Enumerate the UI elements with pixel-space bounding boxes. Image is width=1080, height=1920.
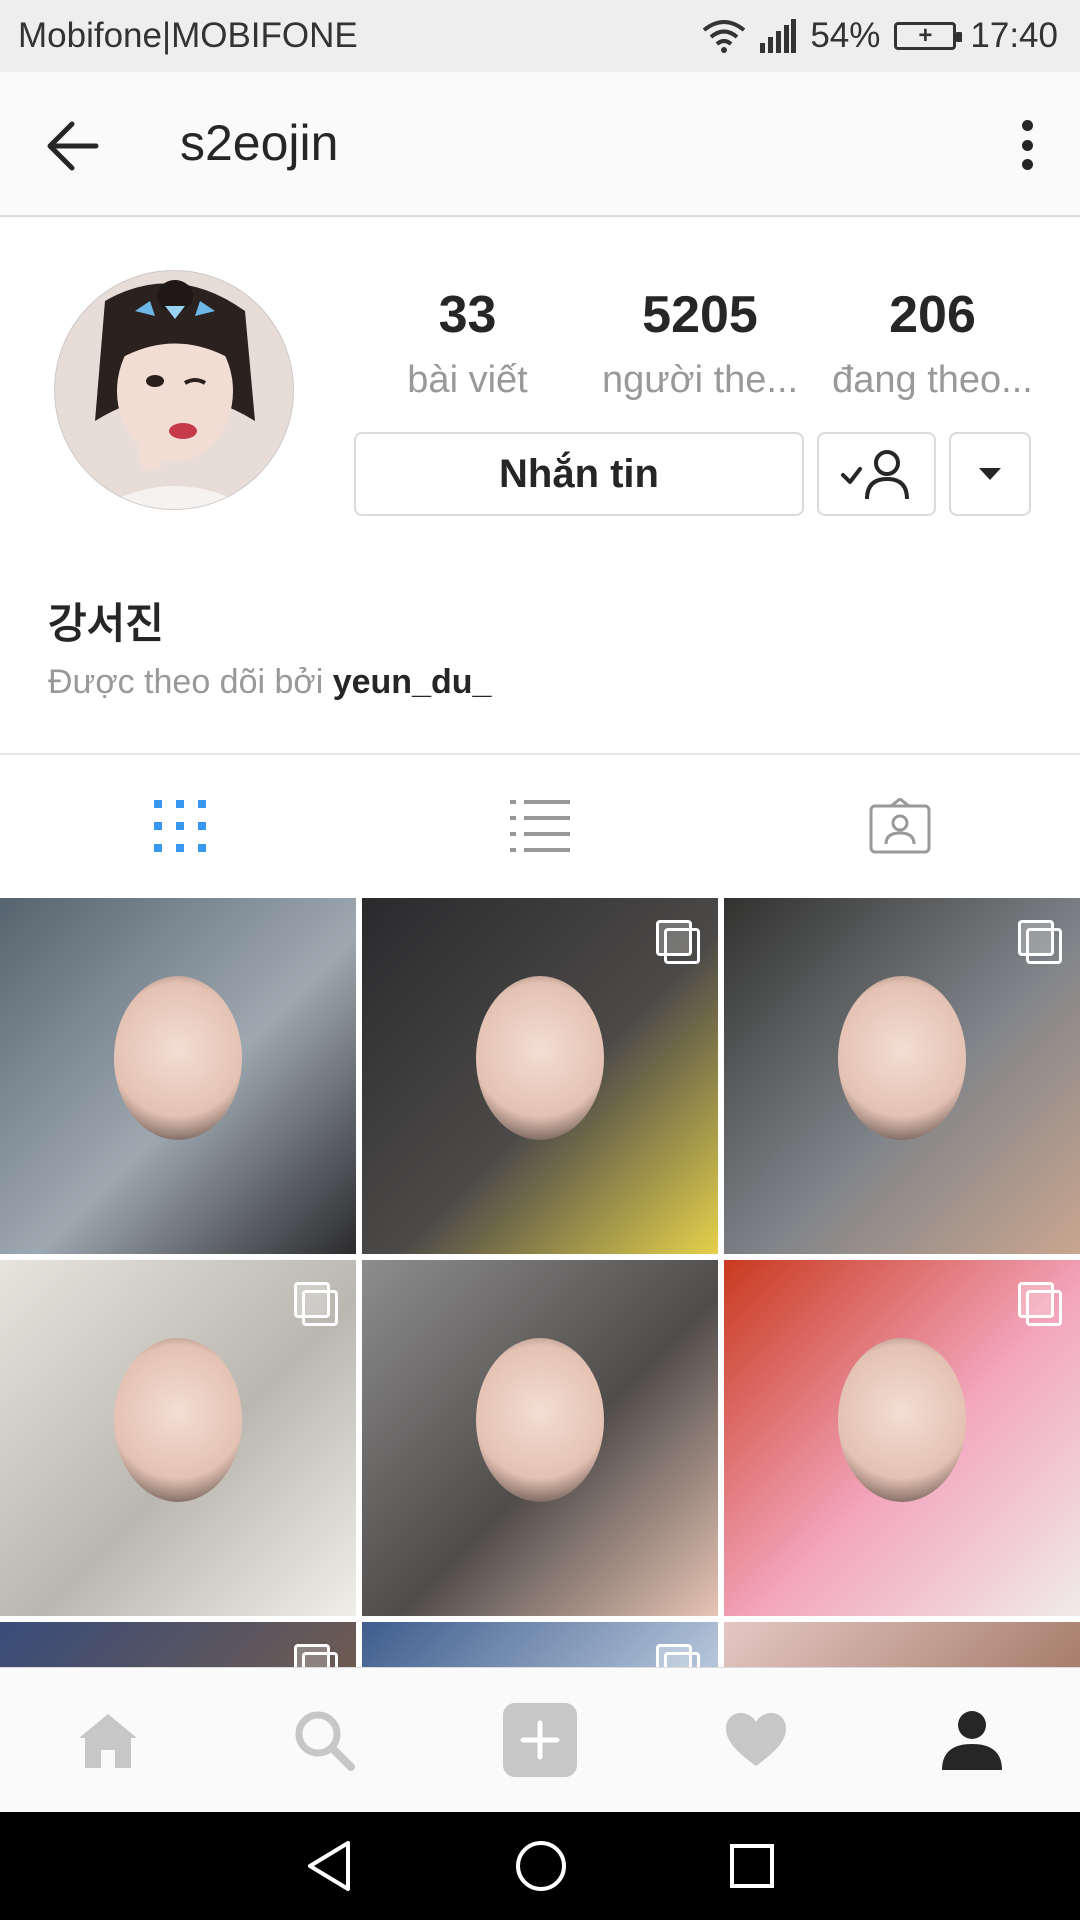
multiple-photos-icon (294, 1282, 338, 1326)
stat-following[interactable]: 206 đang theo... (820, 285, 1045, 402)
grid-icon (154, 800, 206, 852)
profile-icon (942, 1711, 1002, 1770)
photo-tile[interactable] (0, 1260, 356, 1616)
carrier-name: Mobifone|MOBIFONE (18, 16, 358, 55)
multiple-photos-icon (1018, 1282, 1062, 1326)
status-icons: 54% + 17:40 (702, 16, 1058, 56)
caret-down-icon (979, 468, 1001, 480)
add-post-icon (503, 1703, 577, 1777)
nav-search[interactable] (216, 1668, 432, 1812)
followers-label: người the... (601, 359, 799, 401)
tab-list[interactable] (360, 756, 720, 896)
followed-by-prefix: Được theo dõi bởi (48, 663, 324, 701)
nav-profile[interactable] (864, 1668, 1080, 1812)
suggestions-dropdown-button[interactable] (949, 432, 1031, 516)
stat-posts[interactable]: 33 bài viết (355, 285, 580, 402)
photo-subject (475, 976, 605, 1141)
photo-subject (113, 976, 243, 1141)
nav-home[interactable] (0, 1668, 216, 1812)
recents-square-icon[interactable] (728, 1842, 776, 1890)
tab-tagged[interactable] (720, 756, 1080, 896)
photo-grid (0, 898, 1080, 1668)
posts-label: bài viết (407, 359, 528, 401)
search-icon (295, 1711, 355, 1771)
view-tabs (0, 756, 1080, 896)
nav-activity[interactable] (648, 1668, 864, 1812)
posts-count: 33 (438, 286, 497, 344)
photo-tile[interactable] (362, 1260, 718, 1616)
battery-percent: 54% (810, 16, 881, 55)
profile-header: s2eojin (0, 72, 1080, 217)
photo-tile[interactable] (724, 898, 1080, 1254)
battery-icon: + (894, 22, 963, 50)
multiple-photos-icon (294, 1644, 338, 1668)
stat-followers[interactable]: 5205 người the... (588, 285, 813, 402)
multiple-photos-icon (656, 920, 700, 964)
header-username: s2eojin (180, 115, 339, 171)
photo-tile[interactable] (724, 1260, 1080, 1616)
tagged-person-icon (869, 798, 931, 854)
more-options-icon[interactable] (1002, 112, 1052, 178)
following-label: đang theo... (832, 359, 1033, 401)
list-icon (510, 800, 570, 852)
avatar[interactable] (54, 270, 294, 510)
clock: 17:40 (970, 16, 1058, 55)
photo-subject (475, 1338, 605, 1503)
photo-subject (837, 1338, 967, 1503)
photo-tile[interactable] (0, 898, 356, 1254)
photo-subject (837, 976, 967, 1141)
photo-tile[interactable] (724, 1622, 1080, 1668)
divider (0, 753, 1080, 755)
signal-icon (760, 19, 797, 53)
status-bar: Mobifone|MOBIFONE 54% + 17:40 (0, 0, 1080, 72)
back-triangle-icon[interactable] (304, 1839, 354, 1893)
tab-grid[interactable] (0, 756, 360, 896)
photo-tile[interactable] (362, 1622, 718, 1668)
profile-stats: 33 bài viết 5205 người the... 206 đang t… (355, 285, 1045, 402)
multiple-photos-icon (1018, 920, 1062, 964)
profile-full-name: 강서진 (48, 600, 164, 647)
nav-new-post[interactable] (432, 1668, 648, 1812)
wifi-icon (703, 20, 746, 53)
multiple-photos-icon (656, 1644, 700, 1668)
followed-by-text[interactable]: Được theo dõi bởi yeun_du_ (48, 663, 491, 702)
avatar-photo (55, 271, 293, 509)
photo-subject (113, 1338, 243, 1503)
home-circle-icon[interactable] (514, 1839, 568, 1893)
followers-count: 5205 (642, 286, 758, 344)
android-nav-bar (0, 1812, 1080, 1920)
photo-tile[interactable] (362, 898, 718, 1254)
following-status-button[interactable] (817, 432, 936, 516)
bottom-navigation (0, 1667, 1080, 1812)
back-arrow-icon[interactable] (42, 116, 102, 176)
following-count: 206 (889, 286, 976, 344)
heart-icon (726, 1713, 786, 1766)
message-button[interactable]: Nhắn tin (354, 432, 804, 516)
home-icon (79, 1714, 137, 1768)
followed-by-user[interactable]: yeun_du_ (333, 663, 492, 701)
user-check-icon (840, 450, 909, 500)
photo-tile[interactable] (0, 1622, 356, 1668)
